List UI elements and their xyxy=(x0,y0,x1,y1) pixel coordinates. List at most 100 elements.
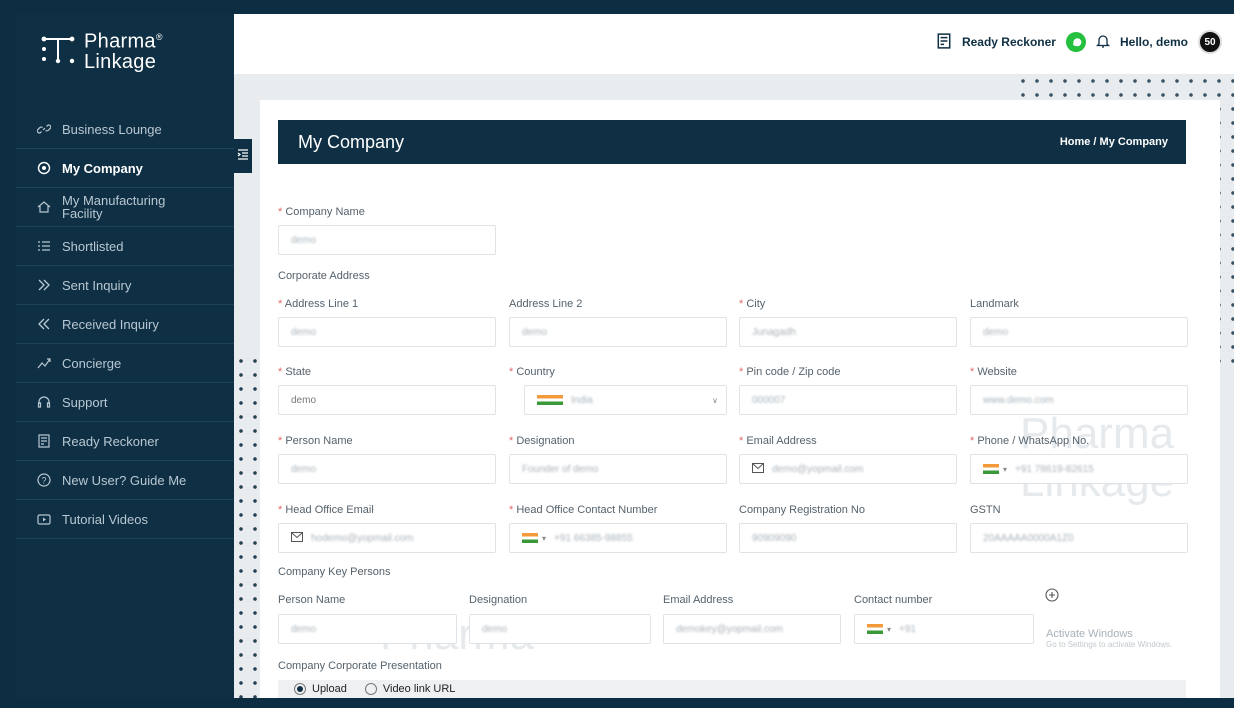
company-name-label: Company Name xyxy=(278,206,364,218)
address-line2-label: Address Line 2 xyxy=(509,298,583,310)
logo-text: Pharma® Linkage xyxy=(84,27,163,72)
india-flag-icon xyxy=(522,533,538,543)
head-office-contact-field[interactable]: ▾ +91 66385-98855 xyxy=(509,523,727,553)
field-value: demo xyxy=(983,326,1009,338)
city-label: City xyxy=(739,298,765,310)
breadcrumb[interactable]: Home / My Company xyxy=(1060,136,1168,148)
field-value: demo xyxy=(522,326,548,338)
sidebar-item-label: Shortlisted xyxy=(62,238,124,254)
country-label: Country xyxy=(509,366,555,378)
field-value: +91 78619-82615 xyxy=(1015,463,1094,475)
phone-field[interactable]: ▾ +91 78619-82615 xyxy=(970,454,1188,484)
country-select[interactable]: India ∨ xyxy=(524,385,727,415)
key-persons-title: Company Key Persons xyxy=(278,566,391,578)
receipt-icon xyxy=(936,32,952,52)
sidebar-item-ready-reckoner[interactable]: Ready Reckoner xyxy=(16,422,234,461)
designation-label: Designation xyxy=(509,435,574,447)
home-icon xyxy=(36,199,52,215)
state-field[interactable]: demo xyxy=(278,385,496,415)
sidebar-toggle-button[interactable] xyxy=(234,139,252,173)
sidebar-item-my-company[interactable]: My Company xyxy=(16,149,234,188)
add-key-person-button[interactable] xyxy=(1045,588,1059,607)
sidebar-item-support[interactable]: Support xyxy=(16,383,234,422)
key-person-designation-field[interactable]: demo xyxy=(469,614,651,644)
activate-windows-subtitle: Go to Settings to activate Windows. xyxy=(1046,640,1173,649)
upload-radio[interactable]: Upload xyxy=(294,683,347,696)
website-field[interactable]: www.demo.com xyxy=(970,385,1188,415)
gstn-field[interactable]: 20AAAAA0000A1Z0 xyxy=(970,523,1188,553)
key-person-name-field[interactable]: demo xyxy=(278,614,457,644)
envelope-icon xyxy=(291,531,303,545)
video-link-radio-label: Video link URL xyxy=(382,683,456,695)
bell-icon[interactable] xyxy=(1095,33,1111,52)
chevron-down-icon[interactable]: ▾ xyxy=(1003,465,1007,474)
company-name-field[interactable]: demo xyxy=(278,225,496,255)
list-icon xyxy=(36,238,52,254)
chevron-down-icon[interactable]: ▾ xyxy=(542,534,546,543)
activate-windows-notice: Activate Windows Go to Settings to activ… xyxy=(1046,628,1172,649)
pin-code-field[interactable]: 000007 xyxy=(739,385,957,415)
sidebar-item-business-lounge[interactable]: Business Lounge xyxy=(16,110,234,149)
upload-options-bar: Upload Video link URL xyxy=(278,680,1186,698)
whatsapp-icon[interactable] xyxy=(1065,32,1086,52)
sidebar-item-concierge[interactable]: Concierge xyxy=(16,344,234,383)
brand-registered: ® xyxy=(155,32,163,42)
sidebar-item-manufacturing-facility[interactable]: My Manufacturing Facility xyxy=(16,188,234,227)
page-title: My Company xyxy=(298,132,405,152)
headset-icon xyxy=(36,394,52,410)
head-office-email-field[interactable]: hodemo@yopmail.com xyxy=(278,523,496,553)
sidebar-item-sent-inquiry[interactable]: Sent Inquiry xyxy=(16,266,234,305)
address-line1-field[interactable]: demo xyxy=(278,317,496,347)
logo[interactable]: Pharma® Linkage xyxy=(40,27,163,72)
user-greeting[interactable]: Hello, demo xyxy=(1120,35,1188,49)
field-value: 000007 xyxy=(752,394,786,406)
radio-selected-icon xyxy=(294,683,306,696)
registration-no-field[interactable]: 90909090 xyxy=(739,523,957,553)
city-field[interactable]: Junagadh xyxy=(739,317,957,347)
field-value: +91 xyxy=(899,623,916,635)
field-value: www.demo.com xyxy=(983,394,1054,406)
company-form-card: Pharma Linkage Pharma My Company Home / … xyxy=(260,100,1220,698)
menu-collapse-icon xyxy=(237,147,249,165)
designation-field[interactable]: Founder of demo xyxy=(509,454,727,484)
pin-code-label: Pin code / Zip code xyxy=(739,366,840,378)
page-header: My Company Home / My Company xyxy=(278,120,1186,164)
sidebar-item-label: Ready Reckoner xyxy=(62,433,159,449)
key-person-name-header: Person Name xyxy=(278,594,346,606)
field-value: hodemo@yopmail.com xyxy=(311,532,414,544)
sidebar-item-received-inquiry[interactable]: Received Inquiry xyxy=(16,305,234,344)
email-field[interactable]: demo@yopmail.com xyxy=(739,454,957,484)
person-name-field[interactable]: demo xyxy=(278,454,496,484)
key-person-email-field[interactable]: demokey@yopmail.com xyxy=(663,614,841,644)
app-window: Pharma® Linkage Business Lounge My Compa… xyxy=(16,14,1234,698)
india-flag-icon xyxy=(867,624,883,634)
sidebar-item-label: My Manufacturing Facility xyxy=(62,193,166,221)
sidebar-item-tutorial-videos[interactable]: Tutorial Videos xyxy=(16,500,234,539)
sidebar-nav: Business Lounge My Company My Manufactur… xyxy=(16,110,234,539)
field-value: demo xyxy=(291,394,317,406)
presentation-title: Company Corporate Presentation xyxy=(278,660,442,672)
video-link-radio[interactable]: Video link URL xyxy=(364,683,456,696)
receipt-icon xyxy=(36,433,52,449)
help-icon: ? xyxy=(36,472,52,488)
video-icon xyxy=(36,511,52,527)
chevron-down-icon[interactable]: ▾ xyxy=(887,625,891,634)
svg-text:?: ? xyxy=(41,476,46,486)
field-value: India xyxy=(571,394,593,406)
link-icon xyxy=(36,121,52,137)
website-label: Website xyxy=(970,366,1017,378)
key-person-contact-field[interactable]: ▾ +91 xyxy=(854,614,1034,644)
sidebar-item-shortlisted[interactable]: Shortlisted xyxy=(16,227,234,266)
location-pin-icon xyxy=(36,160,52,176)
ready-reckoner-link[interactable]: Ready Reckoner xyxy=(962,35,1056,49)
head-office-contact-label: Head Office Contact Number xyxy=(509,504,657,516)
sidebar-item-guide-me[interactable]: ? New User? Guide Me xyxy=(16,461,234,500)
head-office-email-label: Head Office Email xyxy=(278,504,373,516)
landmark-field[interactable]: demo xyxy=(970,317,1188,347)
sidebar-item-label: Concierge xyxy=(62,355,122,371)
address-line1-label: Address Line 1 xyxy=(278,298,358,310)
address-line2-field[interactable]: demo xyxy=(509,317,727,347)
key-person-contact-header: Contact number xyxy=(854,594,933,606)
corporate-address-title: Corporate Address xyxy=(278,270,370,282)
phone-label: Phone / WhatsApp No. xyxy=(970,435,1089,447)
